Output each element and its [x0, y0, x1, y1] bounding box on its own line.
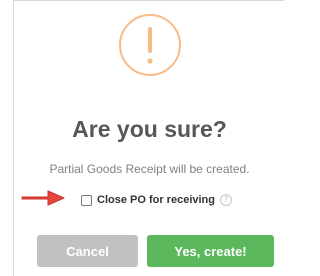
exclamation-circle-icon [119, 14, 181, 76]
confirmation-dialog: Are you sure? Partial Goods Receipt will… [13, 0, 284, 276]
dialog-title: Are you sure? [72, 116, 227, 142]
close-po-checkbox[interactable] [81, 194, 92, 206]
question-circle-icon[interactable]: ? [219, 194, 232, 206]
close-po-label[interactable]: Close PO for receiving [97, 194, 215, 206]
cancel-button[interactable]: Cancel [37, 235, 138, 267]
confirm-button[interactable]: Yes, create! [147, 235, 274, 267]
dialog-message: Partial Goods Receipt will be created. [49, 162, 250, 176]
close-po-option: Close PO for receiving ? [81, 192, 232, 208]
red-arrow-icon [21, 190, 65, 206]
